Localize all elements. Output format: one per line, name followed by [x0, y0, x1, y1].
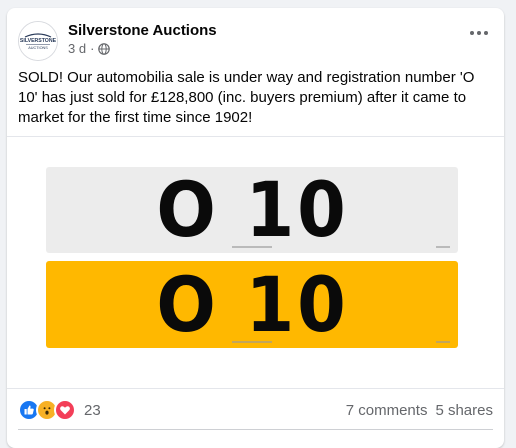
post-footer: 23 7 comments 5 shares — [18, 399, 493, 421]
shares-count-link[interactable]: 5 shares — [435, 402, 493, 419]
globe-icon[interactable] — [98, 42, 111, 55]
meta-separator: · — [90, 41, 95, 56]
svg-text:AUCTIONS: AUCTIONS — [28, 46, 48, 50]
post-text: SOLD! Our automobilia sale is under way … — [18, 69, 475, 126]
love-icon — [54, 399, 76, 421]
front-number-plate: O 10 — [46, 167, 458, 253]
post-image[interactable]: O 10 O 10 — [7, 136, 504, 389]
dot-icon — [477, 31, 481, 35]
post-card: SILVERSTONE AUCTIONS Silverstone Auction… — [7, 8, 504, 448]
comments-count-link[interactable]: 7 comments — [346, 402, 428, 419]
more-options-button[interactable] — [470, 31, 488, 35]
reaction-count[interactable]: 23 — [84, 402, 101, 419]
footer-divider — [18, 429, 493, 430]
svg-text:SILVERSTONE: SILVERSTONE — [20, 38, 57, 44]
rear-plate-text: O 10 — [155, 259, 349, 349]
dot-icon — [470, 31, 474, 35]
plate-fine-print — [232, 246, 272, 248]
plate-fine-print — [436, 341, 450, 343]
page-avatar[interactable]: SILVERSTONE AUCTIONS — [18, 21, 58, 61]
silverstone-logo: SILVERSTONE AUCTIONS — [19, 22, 57, 60]
post-timestamp[interactable]: 3 d — [68, 41, 86, 56]
reactions-summary[interactable] — [18, 399, 76, 421]
page-name-link[interactable]: Silverstone Auctions — [68, 22, 217, 39]
front-plate-text: O 10 — [155, 165, 349, 254]
post-meta: 3 d · — [68, 41, 111, 56]
plate-fine-print — [232, 341, 272, 343]
dot-icon — [484, 31, 488, 35]
rear-number-plate: O 10 — [46, 261, 458, 348]
plate-fine-print — [436, 246, 450, 248]
